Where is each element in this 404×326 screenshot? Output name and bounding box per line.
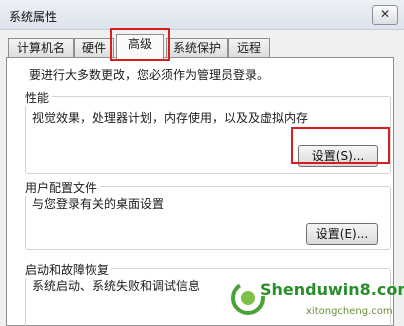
tab-strip: 计算机名 硬件 高级 系统保护 远程 xyxy=(0,30,404,59)
watermark-sub: xitongcheng.com xyxy=(306,306,393,317)
window-title: 系统属性 xyxy=(9,10,58,24)
tab-highlight-box xyxy=(110,28,170,61)
user-profiles-group: 用户配置文件 与您登录有关的桌面设置 设置(E)... xyxy=(25,179,391,250)
user-profiles-description: 与您登录有关的桌面设置 xyxy=(32,197,165,211)
user-profiles-title: 用户配置文件 xyxy=(25,179,101,196)
tab-hardware[interactable]: 硬件 xyxy=(74,38,114,58)
watermark: Shenduwin8.com xitongcheng.com xyxy=(228,268,404,326)
settings-highlight-box xyxy=(291,127,390,164)
startup-recovery-title: 启动和故障恢复 xyxy=(25,261,113,278)
tab-system-protection[interactable]: 系统保护 xyxy=(166,38,228,58)
close-button[interactable]: ✕ xyxy=(372,5,398,25)
tab-remote[interactable]: 远程 xyxy=(228,38,270,58)
performance-title: 性能 xyxy=(25,89,53,106)
admin-notice: 要进行大多数更改，您必须作为管理员登录。 xyxy=(29,68,270,82)
startup-recovery-description: 系统启动、系统失败和调试信息 xyxy=(32,279,201,293)
watermark-brand: Shenduwin8.com xyxy=(260,280,404,299)
tab-computer-name[interactable]: 计算机名 xyxy=(8,38,74,58)
title-bar: 系统属性 ✕ xyxy=(0,0,404,30)
performance-description: 视觉效果，处理器计划，内存使用，以及及虚拟内存 xyxy=(32,111,309,125)
user-profiles-settings-button[interactable]: 设置(E)... xyxy=(306,223,378,245)
